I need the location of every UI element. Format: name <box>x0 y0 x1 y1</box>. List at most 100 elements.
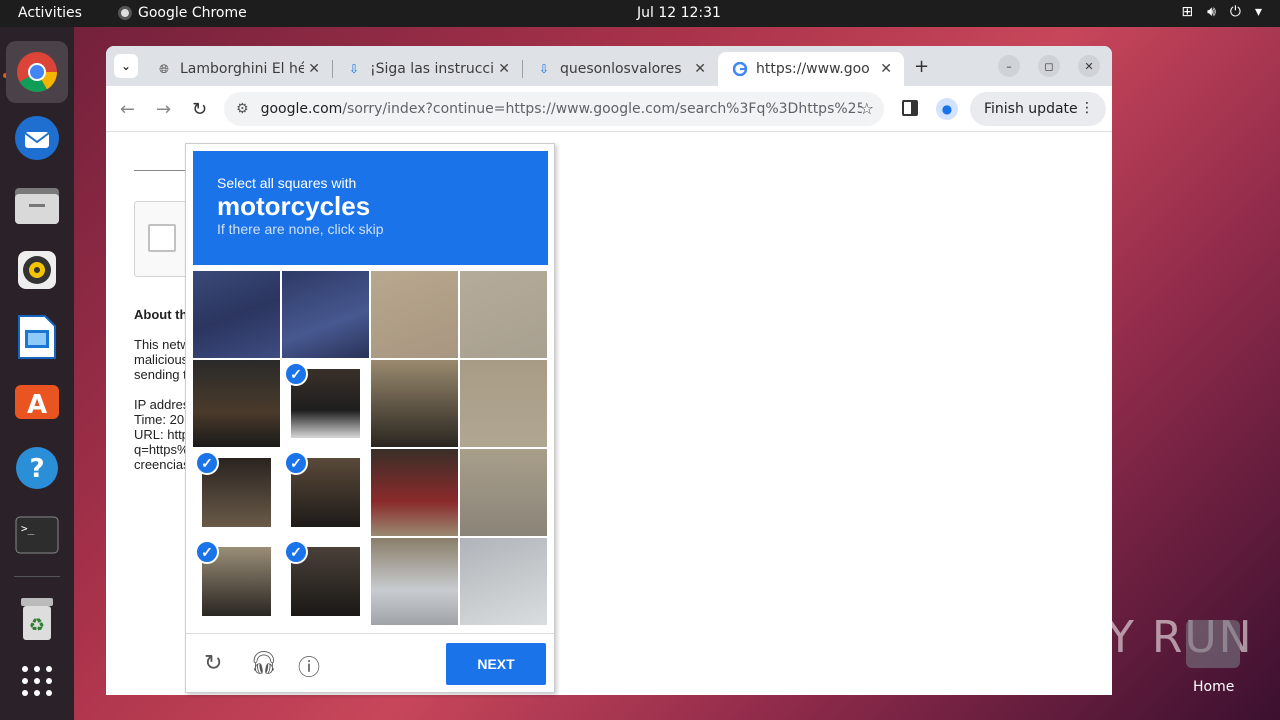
captcha-tile[interactable] <box>460 360 547 447</box>
next-button[interactable]: NEXT <box>446 643 546 685</box>
impress-icon <box>18 315 56 359</box>
dock-rhythmbox[interactable] <box>12 245 62 295</box>
profile-avatar-icon[interactable]: ● <box>936 98 958 120</box>
info-line: sending t <box>134 367 187 382</box>
side-panel-icon[interactable] <box>902 100 918 116</box>
captcha-tile[interactable] <box>193 360 280 447</box>
download-icon: ⇩ <box>538 62 550 76</box>
dock-terminal[interactable]: >_ <box>12 510 62 560</box>
about-heading: About th <box>134 307 188 322</box>
system-tray[interactable]: ⊞ 🔊︎ ⏻ ▾ <box>1181 4 1262 20</box>
close-window-button[interactable]: ✕ <box>1078 55 1100 77</box>
info-line: malicious <box>134 352 189 367</box>
captcha-tile[interactable]: ✓ <box>193 538 280 625</box>
audio-challenge-icon[interactable]: 🎧︎ <box>250 650 278 676</box>
download-icon: ⇩ <box>348 62 360 76</box>
captcha-tile[interactable] <box>193 271 280 358</box>
minimize-button[interactable]: – <box>998 55 1020 77</box>
app-grid-icon <box>22 666 52 696</box>
rhythmbox-icon <box>18 251 56 289</box>
dock-files[interactable] <box>12 180 62 230</box>
captcha-tile-image <box>371 449 458 536</box>
tab-strip: ⌄ 🌐︎ Lamborghini El hé ✕ ⇩ ¡Siga las ins… <box>106 46 1112 86</box>
site-info-icon[interactable]: ⚙ <box>236 101 249 117</box>
google-icon <box>732 61 748 77</box>
files-icon <box>15 188 59 224</box>
dock-thunderbird[interactable] <box>12 113 62 163</box>
thunderbird-icon <box>15 116 59 160</box>
chevron-down-icon: ▾ <box>1254 4 1262 20</box>
address-bar[interactable]: ⚙ google.com /sorry/index?continue=https… <box>224 92 884 126</box>
tab-3[interactable]: ⇩ quesonlosvalores ✕ <box>522 52 718 86</box>
app-menu[interactable]: Google Chrome <box>118 5 247 21</box>
captcha-tile-image <box>371 538 458 625</box>
info-icon[interactable]: ⓘ <box>298 650 320 682</box>
checkmark-icon: ✓ <box>284 451 308 475</box>
captcha-tile[interactable]: ✓ <box>282 538 369 625</box>
details-line: URL: http <box>134 427 189 442</box>
checkmark-icon: ✓ <box>284 362 308 386</box>
captcha-tile[interactable]: ✓ <box>282 360 369 447</box>
info-line: This netw <box>134 337 190 352</box>
activities-button[interactable]: Activities <box>18 5 82 21</box>
captcha-tile-image <box>371 360 458 447</box>
recaptcha-checkbox[interactable] <box>148 224 176 252</box>
close-icon[interactable]: ✕ <box>498 61 510 77</box>
captcha-tile[interactable] <box>282 271 369 358</box>
dock: A ? >_ ♻ <box>0 27 74 720</box>
close-icon[interactable]: ✕ <box>694 61 706 77</box>
reload-challenge-icon[interactable]: ↻ <box>204 650 222 676</box>
captcha-tile[interactable] <box>460 449 547 536</box>
checkmark-icon: ✓ <box>195 540 219 564</box>
clock[interactable]: Jul 12 12:31 <box>637 5 721 21</box>
reload-button[interactable]: ↻ <box>192 99 207 120</box>
captcha-tile-image <box>371 271 458 358</box>
finish-update-button[interactable]: Finish update ⋮ <box>970 92 1106 126</box>
captcha-grid: ✓ ✓ ✓ ✓ ✓ <box>193 271 548 626</box>
captcha-tile[interactable]: ✓ <box>282 449 369 536</box>
captcha-tile[interactable] <box>371 449 458 536</box>
captcha-tile-image <box>282 271 369 358</box>
tab-title: https://www.goo <box>756 61 870 77</box>
tab-4-active[interactable]: https://www.goo ✕ <box>718 52 904 86</box>
maximize-button[interactable]: ◻ <box>1038 55 1060 77</box>
dock-trash[interactable]: ♻ <box>12 594 62 644</box>
home-folder-icon[interactable] <box>1186 620 1240 668</box>
svg-text:>_: >_ <box>21 522 35 535</box>
captcha-tile[interactable] <box>460 538 547 625</box>
checkmark-icon: ✓ <box>284 540 308 564</box>
captcha-tile[interactable] <box>371 360 458 447</box>
forward-button[interactable]: → <box>156 99 171 120</box>
dock-help[interactable]: ? <box>12 443 62 493</box>
captcha-tile[interactable]: ✓ <box>193 449 280 536</box>
captcha-tile-image <box>460 360 547 447</box>
svg-text:A: A <box>27 390 47 420</box>
svg-text:♻: ♻ <box>29 615 45 636</box>
more-menu-icon[interactable]: ⋮ <box>1080 100 1094 116</box>
tab-1[interactable]: 🌐︎ Lamborghini El hé ✕ <box>142 52 333 86</box>
new-tab-button[interactable]: + <box>914 56 929 77</box>
dock-libreoffice-impress[interactable] <box>12 312 62 362</box>
captcha-hint: If there are none, click skip <box>217 221 384 237</box>
tab-2[interactable]: ⇩ ¡Siga las instruccio ✕ <box>332 52 523 86</box>
dock-chrome[interactable] <box>6 41 68 103</box>
power-icon: ⏻ <box>1229 4 1241 20</box>
details-line: Time: 20 <box>134 412 185 427</box>
close-icon[interactable]: ✕ <box>880 61 892 77</box>
captcha-tile-image <box>460 271 547 358</box>
url-path: /sorry/index?continue=https://www.google… <box>342 101 863 117</box>
chevron-down-icon: ⌄ <box>120 59 132 73</box>
info-paragraph: This netw malicious sending t <box>134 337 190 382</box>
bookmark-star-icon[interactable]: ☆ <box>860 99 874 118</box>
help-icon: ? <box>16 447 58 489</box>
captcha-tile[interactable] <box>371 271 458 358</box>
details-paragraph: IP addres Time: 20 URL: http q=https% cr… <box>134 397 190 472</box>
captcha-tile-image <box>460 449 547 536</box>
captcha-tile[interactable] <box>371 538 458 625</box>
captcha-tile[interactable] <box>460 271 547 358</box>
back-button[interactable]: ← <box>120 99 135 120</box>
dock-show-apps[interactable] <box>12 656 62 706</box>
dock-app-center[interactable]: A <box>12 376 62 426</box>
tab-search-button[interactable]: ⌄ <box>114 54 138 78</box>
close-icon[interactable]: ✕ <box>308 61 320 77</box>
